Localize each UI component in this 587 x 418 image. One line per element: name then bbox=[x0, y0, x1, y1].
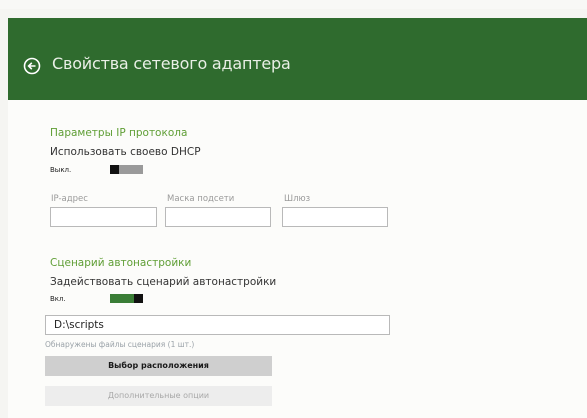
ip-address-field[interactable] bbox=[50, 207, 157, 227]
dhcp-toggle[interactable] bbox=[110, 165, 143, 174]
gateway-field[interactable] bbox=[282, 207, 388, 227]
choose-location-button[interactable]: Выбор расположения bbox=[45, 356, 272, 376]
more-options-button[interactable]: Дополнительные опции bbox=[45, 386, 272, 406]
window-top-strip bbox=[0, 0, 587, 9]
ip-section-title: Параметры IP протокола bbox=[50, 127, 188, 139]
script-path-input[interactable]: D:\scripts bbox=[45, 315, 390, 335]
back-arrow-icon[interactable] bbox=[23, 57, 41, 75]
use-script-state-label: Вкл. bbox=[50, 295, 66, 303]
use-script-toggle[interactable] bbox=[110, 294, 143, 303]
page-header: Свойства сетевого адаптера bbox=[8, 18, 587, 100]
subnet-mask-label: Маска подсети bbox=[167, 194, 235, 204]
dhcp-state-label: Выкл. bbox=[50, 166, 72, 174]
subnet-mask-field[interactable] bbox=[165, 207, 271, 227]
use-script-label: Задействовать сценарий автонастройки bbox=[50, 276, 277, 288]
ip-address-label: IP-адрес bbox=[51, 194, 88, 204]
script-section-title: Сценарий автонастройки bbox=[50, 257, 192, 269]
found-scripts-text: Обнаружены файлы сценария (1 шт.) bbox=[45, 340, 195, 349]
page-title: Свойства сетевого адаптера bbox=[52, 54, 291, 73]
toggle-fill bbox=[110, 294, 134, 303]
dhcp-label: Использовать своево DHCP bbox=[50, 146, 201, 158]
toggle-thumb bbox=[110, 165, 119, 174]
gateway-label: Шлюз bbox=[284, 194, 311, 204]
toggle-thumb bbox=[134, 294, 143, 303]
